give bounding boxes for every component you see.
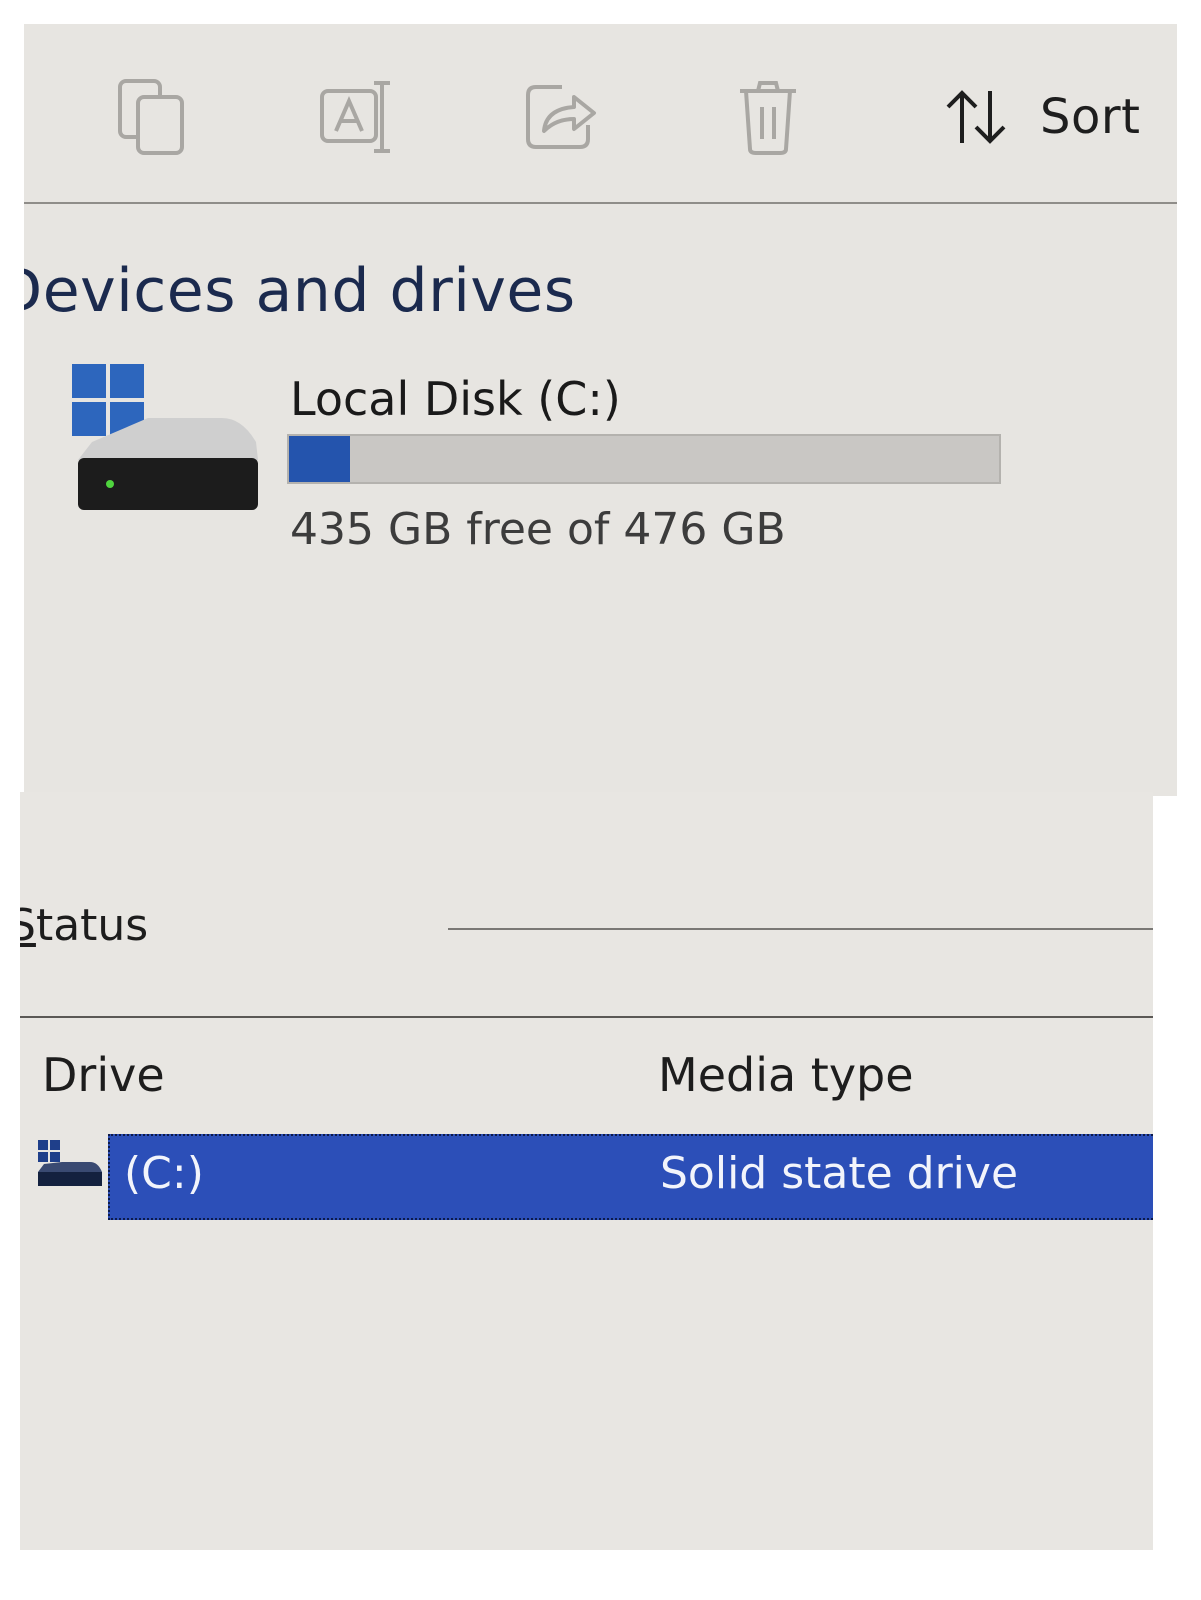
row-media-type-cell: Solid state drive bbox=[660, 1148, 1019, 1199]
status-group-line bbox=[448, 928, 1153, 930]
disk-usage-fill bbox=[289, 436, 351, 482]
sort-label: Sort bbox=[1040, 89, 1141, 145]
copy-button[interactable] bbox=[108, 72, 196, 162]
optimize-drives-panel: Status Drive Media type (C:) Solid state… bbox=[20, 792, 1153, 1550]
rename-icon bbox=[320, 81, 390, 153]
file-explorer-panel: Sort Devices and drives Local Disk (C:) … bbox=[24, 24, 1177, 796]
delete-button[interactable] bbox=[724, 72, 812, 162]
drive-icon bbox=[38, 1140, 102, 1186]
delete-icon bbox=[740, 81, 796, 155]
share-icon bbox=[526, 85, 596, 149]
drive-row[interactable]: (C:) Solid state drive bbox=[20, 1134, 1153, 1220]
list-header-divider bbox=[20, 1016, 1153, 1018]
drive-tile-c[interactable]: Local Disk (C:) 435 GB free of 476 GB bbox=[72, 364, 1032, 564]
command-bar: Sort bbox=[24, 24, 1177, 202]
selected-row-highlight: (C:) Solid state drive bbox=[108, 1134, 1153, 1220]
section-heading: Devices and drives bbox=[24, 256, 576, 326]
row-drive-cell: (C:) bbox=[124, 1148, 204, 1199]
rename-button[interactable] bbox=[314, 72, 402, 162]
sort-arrows-icon bbox=[946, 90, 1006, 144]
column-header-media-type[interactable]: Media type bbox=[658, 1048, 914, 1102]
windows-drive-icon bbox=[72, 364, 258, 510]
toolbar-divider bbox=[24, 202, 1177, 204]
drive-free-space: 435 GB free of 476 GB bbox=[290, 504, 786, 555]
column-header-drive[interactable]: Drive bbox=[42, 1048, 165, 1102]
drive-name: Local Disk (C:) bbox=[290, 372, 621, 426]
share-button[interactable] bbox=[518, 72, 606, 162]
screenshot: Sort Devices and drives Local Disk (C:) … bbox=[0, 0, 1201, 1600]
sort-button[interactable]: Sort bbox=[942, 82, 1140, 152]
status-group-label: Status bbox=[20, 900, 149, 951]
copy-icon bbox=[118, 79, 184, 155]
disk-usage-bar bbox=[287, 434, 1001, 484]
